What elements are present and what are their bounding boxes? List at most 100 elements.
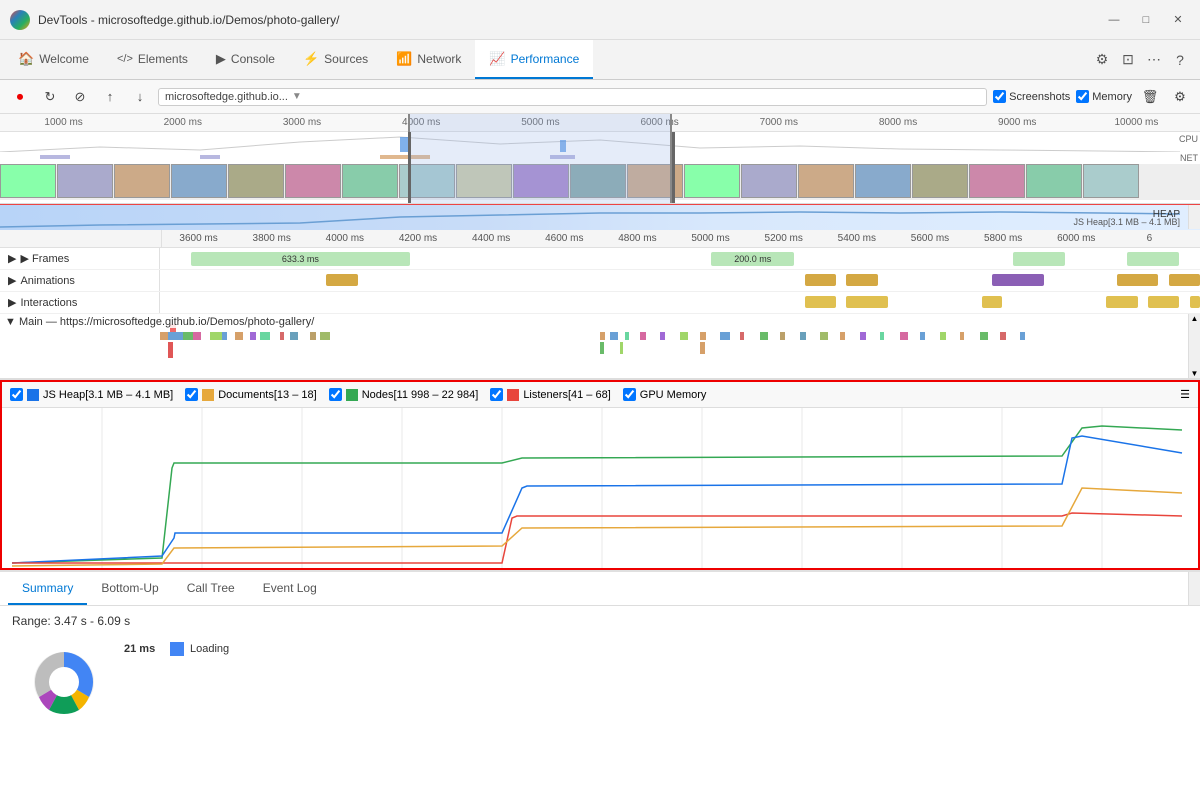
minimize-btn[interactable]: — [1102,8,1126,32]
screenshots-label: Screenshots [1009,91,1070,103]
screenshot-thumb [342,164,398,198]
heap-bar: HEAP JS Heap[3.1 MB – 4.1 MB] [0,204,1200,230]
jsheap-checkbox[interactable] [10,388,23,401]
screenshots-toggle[interactable]: Screenshots [993,90,1070,103]
reload-button[interactable]: ↻ [38,85,62,109]
selection-left-handle[interactable] [408,132,411,204]
tab-console[interactable]: ▶ Console [202,40,289,79]
anim-bar-2 [846,274,877,286]
screenshot-thumb [228,164,284,198]
memory-menu-icon[interactable]: ☰ [1180,388,1190,401]
listeners-checkbox[interactable] [490,388,503,401]
more-tabs-icon[interactable]: ⋯ [1142,48,1166,72]
heap-range: JS Heap[3.1 MB – 4.1 MB] [1073,217,1180,227]
record-button[interactable]: ⏺ [8,85,32,109]
summary-pie-chart [24,642,104,722]
browser-icon [10,10,30,30]
ruler-spacer [2,230,162,247]
import-button[interactable]: ↓ [128,85,152,109]
frames-track: ▶ ▶ Frames 633.3 ms 200.0 ms [0,248,1200,270]
anim-bar-1 [805,274,836,286]
interactions-label[interactable]: ▶ Interactions [0,292,160,313]
bottom-content-area: Range: 3.47 s - 6.09 s 21 ms [0,606,1200,738]
interactions-content [160,292,1200,313]
scroll-up-icon[interactable]: ▲ [1191,314,1199,323]
jsheap-legend[interactable]: JS Heap[3.1 MB – 4.1 MB] [10,388,173,401]
memory-toggle[interactable]: Memory [1076,90,1132,103]
bottom-panel-scrollbar[interactable] [1188,572,1200,605]
animations-label[interactable]: ▶ Animations [0,270,160,291]
dtick-1: 3800 ms [235,233,308,244]
url-text: microsoftedge.github.io... [165,91,288,103]
documents-legend[interactable]: Documents[13 – 18] [185,388,316,401]
tab-performance[interactable]: 📈 Performance [475,40,593,79]
frames-label[interactable]: ▶ ▶ Frames [0,248,160,269]
documents-label: Documents[13 – 18] [218,389,316,401]
interactions-track: ▶ Interactions [0,292,1200,314]
dtick-12: 6000 ms [1040,233,1113,244]
selection-right-handle[interactable] [672,132,675,204]
memory-counters-section: JS Heap[3.1 MB – 4.1 MB] Documents[13 – … [0,380,1200,570]
close-btn[interactable]: ✕ [1166,8,1190,32]
url-display: microsoftedge.github.io... ▼ [158,88,987,106]
screenshots-checkbox[interactable] [993,90,1006,103]
timeline-overview[interactable]: 1000 ms 2000 ms 3000 ms 4000 ms 5000 ms … [0,114,1200,204]
tab-bottom-up[interactable]: Bottom-Up [87,572,172,605]
tab-event-log[interactable]: Event Log [249,572,331,605]
performance-toolbar: ⏺ ↻ ⊘ ↑ ↓ microsoftedge.github.io... ▼ S… [0,80,1200,114]
jsheap-label: JS Heap[3.1 MB – 4.1 MB] [43,389,173,401]
ruler-ticks: 3600 ms 3800 ms 4000 ms 4200 ms 4400 ms … [162,233,1186,244]
dtick-13: 6 [1113,233,1186,244]
scroll-down-icon[interactable]: ▼ [1191,369,1199,378]
ruler-tick-9: 10000 ms [1077,117,1196,128]
console-icon: ▶ [216,51,226,67]
documents-color [202,389,214,401]
window-title: DevTools - microsoftedge.github.io/Demos… [38,13,1094,27]
ruler-tick-7: 8000 ms [838,117,957,128]
gpu-legend[interactable]: GPU Memory [623,388,707,401]
toolbar-settings-button[interactable]: ⚙ [1168,85,1192,109]
frames-expand-icon: ▶ [8,252,16,265]
tab-call-tree[interactable]: Call Tree [173,572,249,605]
help-icon[interactable]: ? [1168,48,1192,72]
animations-expand-icon: ▶ [8,274,16,287]
heap-scrollbar[interactable] [1188,205,1200,229]
gpu-checkbox[interactable] [623,388,636,401]
memory-checkbox[interactable] [1076,90,1089,103]
dtick-8: 5200 ms [747,233,820,244]
range-display: Range: 3.47 s - 6.09 s [12,614,1188,628]
screenshot-thumb [684,164,740,198]
tab-sources[interactable]: ⚡ Sources [289,40,382,79]
tab-sources-label: Sources [324,52,368,66]
screenshots-strip [0,164,1200,200]
documents-checkbox[interactable] [185,388,198,401]
clear-button[interactable]: ⊘ [68,85,92,109]
frame-bar-3 [1127,252,1179,266]
tab-call-tree-label: Call Tree [187,581,235,595]
tab-network[interactable]: 📶 Network [382,40,475,79]
memory-label: Memory [1092,91,1132,103]
tab-welcome[interactable]: 🏠 Welcome [4,40,103,79]
dtick-6: 4800 ms [601,233,674,244]
sources-icon: ⚡ [303,51,319,67]
nodes-legend[interactable]: Nodes[11 998 – 22 984] [329,388,479,401]
nodes-checkbox[interactable] [329,388,342,401]
trash-button[interactable]: 🗑 [1138,85,1162,109]
listeners-legend[interactable]: Listeners[41 – 68] [490,388,610,401]
tab-event-log-label: Event Log [263,581,317,595]
detach-icon[interactable]: ⊡ [1116,48,1140,72]
bottom-tab-bar: Summary Bottom-Up Call Tree Event Log [0,572,1200,606]
anim-bar-3 [992,274,1044,286]
settings-icon[interactable]: ⚙ [1090,48,1114,72]
maximize-btn[interactable]: □ [1134,8,1158,32]
tab-performance-label: Performance [511,52,580,66]
export-button[interactable]: ↑ [98,85,122,109]
tab-elements[interactable]: </> Elements [103,40,202,79]
flame-scrollbar[interactable]: ▲ ▼ [1188,314,1200,378]
inter-bar-5 [1190,296,1200,308]
ruler-tick-3: 4000 ms [362,117,481,128]
anim-bar-5 [1169,274,1200,286]
inter-bar-2 [982,296,1003,308]
tab-summary[interactable]: Summary [8,572,87,605]
tab-welcome-label: Welcome [39,52,89,66]
